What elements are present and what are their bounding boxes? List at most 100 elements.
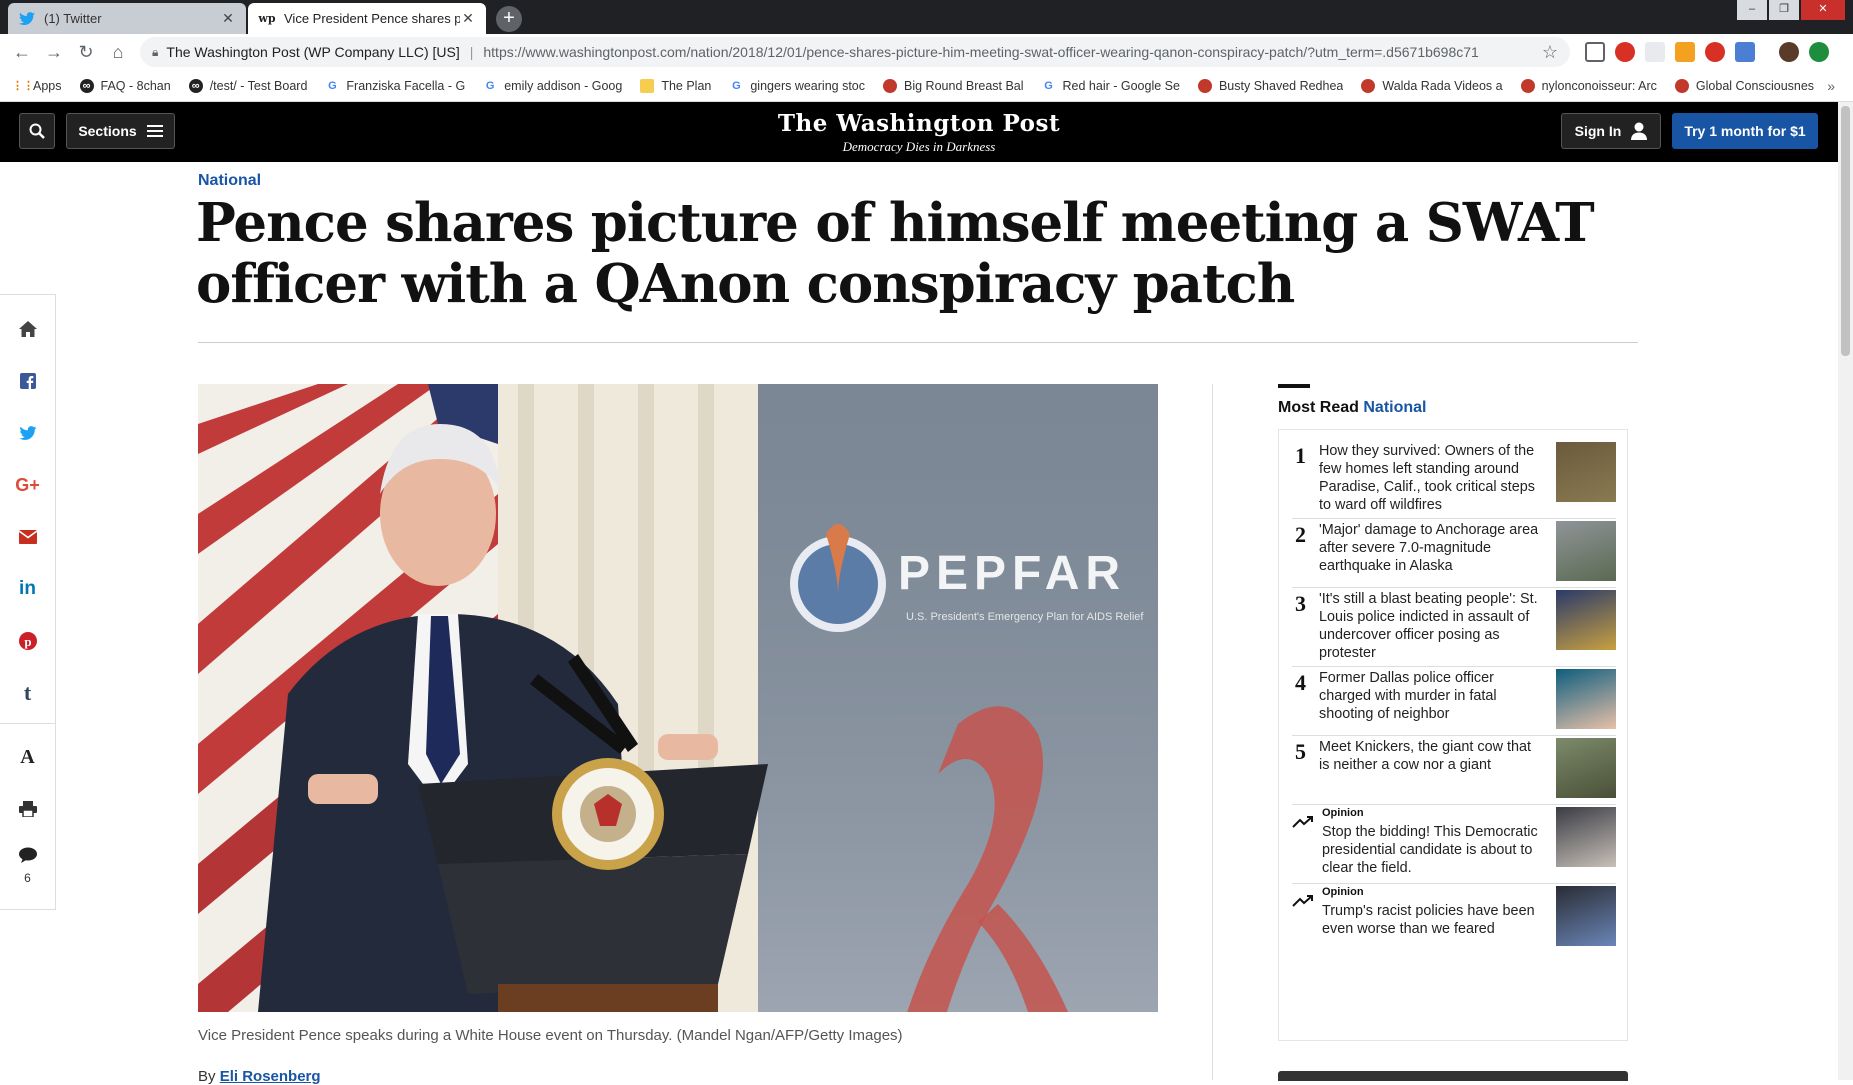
site-icon [883, 78, 898, 93]
bookmark-item[interactable]: Big Round Breast Bal [883, 78, 1024, 93]
bookmark-label: Franziska Facella - G [346, 78, 466, 93]
close-window-button[interactable]: ✕ [1801, 0, 1845, 20]
extension-icon[interactable] [1705, 42, 1725, 62]
subscribe-button[interactable]: Try 1 month for $1 [1672, 113, 1818, 149]
print-icon[interactable] [0, 789, 55, 829]
home-icon[interactable]: ⌂ [102, 37, 134, 67]
facebook-icon[interactable] [0, 361, 55, 401]
reload-icon[interactable]: ↻ [70, 37, 102, 67]
most-read-label: Most Read [1278, 399, 1359, 416]
sign-in-button[interactable]: Sign In [1561, 113, 1661, 149]
bookmark-label: Global Consciousnes [1695, 78, 1815, 93]
tumblr-icon[interactable]: t [0, 673, 55, 713]
most-read-thumbnail[interactable] [1556, 738, 1616, 798]
bookmark-item[interactable]: Busty Shaved Redhea [1197, 78, 1344, 93]
most-read-item[interactable]: 2 'Major' damage to Anchorage area after … [1292, 519, 1616, 588]
most-read-headline[interactable]: Trump's racist policies have been even w… [1322, 902, 1544, 938]
most-read-thumbnail[interactable] [1556, 807, 1616, 867]
address-separator: | [469, 44, 474, 60]
extension-icon[interactable] [1675, 42, 1695, 62]
lead-photo[interactable]: PEPFAR U.S. President's Emergency Plan f… [198, 384, 1158, 1012]
bookmarks-overflow-button[interactable]: » [1827, 78, 1835, 94]
most-read-thumbnail[interactable] [1556, 669, 1616, 729]
bookmarks-bar: ⋮⋮ Apps ∞ FAQ - 8chan ∞/test/ - Test Board G F… [0, 70, 1853, 102]
back-arrow-icon[interactable]: ← [6, 37, 38, 67]
bookmark-item[interactable]: Walda Rada Videos a [1361, 78, 1503, 93]
site-icon [1197, 78, 1212, 93]
comments-icon[interactable] [0, 835, 55, 875]
linkedin-icon[interactable]: in [0, 569, 55, 609]
rank-number: 5 [1295, 739, 1306, 764]
section-kicker[interactable]: National [198, 172, 261, 190]
most-read-section-link[interactable]: National [1363, 399, 1426, 416]
bookmark-item[interactable]: ∞ FAQ - 8chan [79, 78, 171, 93]
extension-icon[interactable] [1809, 42, 1829, 62]
most-read-item[interactable]: 3 'It's still a blast beating people': St… [1292, 588, 1616, 667]
bookmark-star-icon[interactable]: ☆ [1542, 42, 1558, 63]
url-text[interactable]: https://www.washingtonpost.com/nation/20… [483, 44, 1541, 60]
site-icon [1520, 78, 1535, 93]
bookmark-label: Red hair - Google Se [1062, 78, 1180, 93]
bookmark-item[interactable]: G Franziska Facella - G [325, 78, 466, 93]
bookmark-item[interactable]: Ggingers wearing stoc [729, 78, 865, 93]
most-read-item[interactable]: 5 Meet Knickers, the giant cow that is ne… [1292, 736, 1616, 805]
most-read-thumbnail[interactable] [1556, 521, 1616, 581]
most-read-thumbnail[interactable] [1556, 590, 1616, 650]
bookmark-item[interactable]: The Plan [640, 78, 712, 93]
extension-icon[interactable] [1735, 42, 1755, 62]
bookmark-item[interactable]: nylonconoisseur: Arc [1520, 78, 1657, 93]
site-icon [1361, 78, 1376, 93]
bookmark-label: Busty Shaved Redhea [1218, 78, 1344, 93]
most-read-headline[interactable]: Former Dallas police officer charged wit… [1319, 669, 1541, 723]
author-link[interactable]: Eli Rosenberg [220, 1068, 321, 1085]
extension-icon[interactable] [1645, 42, 1665, 62]
window-controls: – ❐ ✕ [1735, 0, 1845, 20]
most-read-thumbnail[interactable] [1556, 886, 1616, 946]
google-plus-icon[interactable]: G+ [0, 465, 55, 505]
most-read-item[interactable]: Opinion Trump's racist policies have been… [1292, 884, 1616, 959]
most-read-headline[interactable]: 'Major' damage to Anchorage area after s… [1319, 521, 1541, 575]
most-read-headline[interactable]: Meet Knickers, the giant cow that is nei… [1319, 738, 1541, 774]
tab-washington-post[interactable]: wp Vice President Pence shares phot ✕ [248, 3, 486, 34]
bookmark-item[interactable]: Gemily addison - Goog [483, 78, 623, 93]
most-read-item[interactable]: 4 Former Dallas police officer charged wi… [1292, 667, 1616, 736]
most-read-headline[interactable]: Stop the bidding! This Democratic presid… [1322, 823, 1544, 877]
address-bar[interactable]: 🔒︎ The Washington Post (WP Company LLC) … [140, 37, 1570, 67]
bookmark-label: FAQ - 8chan [100, 78, 171, 93]
email-icon[interactable] [0, 517, 55, 557]
most-read-thumbnail[interactable] [1556, 442, 1616, 502]
cast-icon[interactable] [1585, 42, 1605, 62]
forward-arrow-icon[interactable]: → [38, 37, 70, 67]
adblock-icon[interactable] [1615, 42, 1635, 62]
bookmark-label: emily addison - Goog [504, 78, 623, 93]
google-icon: G [483, 78, 498, 93]
bookmark-item[interactable]: Global Consciousnes [1674, 78, 1815, 93]
most-read-item[interactable]: 1 How they survived: Owners of the few ho… [1292, 440, 1616, 519]
bookmark-item[interactable]: ⋮⋮ Apps [12, 78, 62, 93]
bookmark-label: The Plan [661, 78, 712, 93]
minimize-window-button[interactable]: – [1737, 0, 1767, 20]
browser-toolbar: ← → ↻ ⌂ 🔒︎ The Washington Post (WP Compa… [0, 34, 1853, 70]
font-size-icon[interactable]: A [0, 737, 55, 777]
page-scrollbar[interactable] [1838, 102, 1853, 1080]
column-divider [1212, 384, 1213, 1080]
scrollbar-thumb[interactable] [1841, 106, 1850, 356]
home-icon[interactable] [0, 309, 55, 349]
comment-count[interactable]: 6 [0, 871, 55, 885]
twitter-icon[interactable] [0, 413, 55, 453]
most-read-headline[interactable]: How they survived: Owners of the few hom… [1319, 442, 1541, 514]
maximize-window-button[interactable]: ❐ [1769, 0, 1799, 20]
close-tab-icon[interactable]: ✕ [460, 10, 476, 27]
most-read-item[interactable]: Opinion Stop the bidding! This Democratic… [1292, 805, 1616, 884]
profile-avatar[interactable] [1779, 42, 1799, 62]
trending-icon [1292, 895, 1313, 907]
8chan-icon: ∞ [79, 78, 94, 93]
bookmark-item[interactable]: G Red hair - Google Se [1041, 78, 1180, 93]
bookmark-label: Walda Rada Videos a [1382, 78, 1503, 93]
tab-twitter[interactable]: (1) Twitter ✕ [8, 3, 246, 34]
pinterest-icon[interactable]: p [0, 621, 55, 661]
bookmark-item[interactable]: ∞ /test/ - Test Board [188, 78, 307, 93]
most-read-headline[interactable]: 'It's still a blast beating people': St.… [1319, 590, 1541, 662]
close-tab-icon[interactable]: ✕ [220, 10, 236, 27]
new-tab-button[interactable]: + [496, 6, 522, 32]
